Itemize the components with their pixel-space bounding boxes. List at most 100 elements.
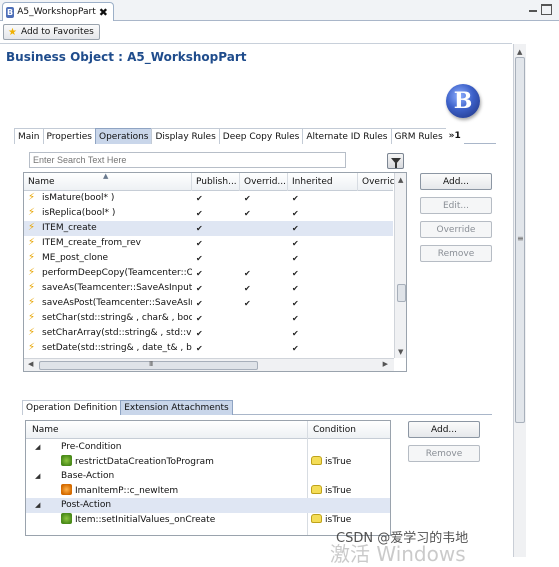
editor-vertical-scrollbar[interactable]: ▲ ≡: [513, 44, 526, 557]
scroll-down-icon[interactable]: ▼: [398, 348, 403, 356]
inherited-check-icon: ✔: [292, 209, 299, 218]
minimize-icon[interactable]: [528, 4, 539, 15]
condition-label: isTrue: [325, 456, 352, 467]
tab-main[interactable]: Main: [14, 128, 44, 144]
published-check-icon: ✔: [196, 344, 203, 353]
extension-rule: ImanItemP::c_newItem: [61, 483, 178, 499]
operation-icon: ⚡: [28, 207, 36, 218]
operations-vertical-scrollbar[interactable]: ▲ ▼: [394, 173, 406, 358]
tab-extension-attachments[interactable]: Extension Attachments: [120, 400, 233, 415]
collapse-icon[interactable]: ◢: [35, 440, 40, 455]
add-to-favorites-label: Add to Favorites: [20, 27, 94, 37]
inherited-check-icon: ✔: [292, 254, 299, 263]
extension-group-row[interactable]: ◢ Base-Action: [26, 469, 390, 484]
tab-display-rules[interactable]: Display Rules: [151, 128, 220, 144]
filter-button[interactable]: [387, 153, 404, 169]
collapse-icon[interactable]: ◢: [35, 469, 40, 484]
add-operation-button[interactable]: Add...: [420, 173, 492, 190]
add-extension-button[interactable]: Add...: [408, 421, 480, 438]
scroll-right-icon[interactable]: ▶: [383, 360, 388, 368]
table-row[interactable]: ⚡ isMature(bool* ) ✔ ✔ ✔: [24, 191, 393, 206]
scroll-up-icon[interactable]: ▲: [517, 48, 522, 56]
tab-deep-copy-rules[interactable]: Deep Copy Rules: [218, 128, 304, 144]
toolbar-divider: [0, 43, 512, 44]
operation-name: setDate(std::string& , date_t& , bool: [42, 343, 192, 353]
published-check-icon: ✔: [196, 299, 203, 308]
tab-alternate-id-rules[interactable]: Alternate ID Rules: [302, 128, 392, 144]
column-header-overridable[interactable]: Overrid...: [240, 173, 288, 191]
table-row[interactable]: ⚡ setChar(std::string& , char& , bool ) ✔ ✔: [24, 311, 393, 326]
table-row[interactable]: ⚡ ITEM_create_from_rev ✔ ✔: [24, 236, 393, 251]
editor-tab[interactable]: B A5_WorkshopPart ✖: [2, 2, 114, 21]
published-check-icon: ✔: [196, 314, 203, 323]
editor-tab-title: A5_WorkshopPart: [17, 7, 96, 17]
scroll-thumb[interactable]: [397, 284, 406, 302]
table-row[interactable]: ⚡ saveAsPost(Teamcenter::SaveAsInpu ✔ ✔ ✔: [24, 296, 393, 311]
operation-icon: ⚡: [28, 282, 36, 293]
published-check-icon: ✔: [196, 284, 203, 293]
published-check-icon: ✔: [196, 239, 203, 248]
tab-operations[interactable]: Operations: [94, 128, 153, 144]
extension-group-row[interactable]: ◢ Pre-Condition: [26, 440, 390, 455]
scroll-thumb[interactable]: III: [39, 360, 258, 370]
maximize-icon[interactable]: [541, 4, 552, 15]
tab-operation-definition[interactable]: Operation Definition: [22, 400, 122, 415]
collapse-icon[interactable]: ◢: [35, 498, 40, 513]
inherited-check-icon: ✔: [292, 284, 299, 293]
override-operation-button[interactable]: Override: [420, 221, 492, 238]
remove-extension-button[interactable]: Remove: [408, 445, 480, 462]
tab-properties[interactable]: Properties: [42, 128, 96, 144]
table-row[interactable]: ⚡ isReplica(bool* ) ✔ ✔ ✔: [24, 206, 393, 221]
extension-rule-row[interactable]: Item::setInitialValues_onCreate isTrue: [26, 512, 390, 528]
edit-operation-button[interactable]: Edit...: [420, 197, 492, 214]
operation-icon: ⚡: [28, 252, 36, 263]
table-row[interactable]: ⚡ saveAs(Teamcenter::SaveAsInput*, ✔ ✔ ✔: [24, 281, 393, 296]
extension-group-row[interactable]: ◢ Post-Action: [26, 498, 390, 513]
scroll-left-icon[interactable]: ◀: [28, 360, 33, 368]
condition-icon: [311, 513, 322, 523]
scroll-thumb[interactable]: ≡: [515, 57, 525, 423]
extension-group-label: Post-Action: [61, 500, 112, 510]
published-check-icon: ✔: [196, 329, 203, 338]
scroll-up-icon[interactable]: ▲: [398, 176, 403, 184]
inherited-check-icon: ✔: [292, 344, 299, 353]
table-row[interactable]: ⚡ setCharArray(std::string& , std::vect ✔ ✔: [24, 326, 393, 341]
table-row[interactable]: ⚡ ITEM_create ✔ ✔: [24, 221, 393, 236]
operations-table-header: Name ▲ Publish... Overrid... Inherited O…: [24, 173, 394, 191]
table-row[interactable]: ⚡ performDeepCopy(Teamcenter::Op ✔ ✔ ✔: [24, 266, 393, 281]
published-check-icon: ✔: [196, 254, 203, 263]
column-header-overridden[interactable]: Overric: [358, 173, 394, 191]
column-header-name[interactable]: Name: [26, 421, 59, 439]
operation-icon: ⚡: [28, 327, 36, 338]
green-rule-icon: [61, 454, 72, 466]
extension-rule-row[interactable]: ImanItemP::c_newItem isTrue: [26, 483, 390, 499]
extension-table-header: Name Condition: [26, 421, 390, 439]
extension-rule: Item::setInitialValues_onCreate: [61, 512, 215, 528]
column-header-condition[interactable]: Condition: [307, 421, 356, 439]
table-row[interactable]: ⚡ setDate(std::string& , date_t& , bool ✔ ✔: [24, 341, 393, 356]
search-input[interactable]: [29, 152, 346, 168]
operation-icon: ⚡: [28, 312, 36, 323]
operation-icon: ⚡: [28, 222, 36, 233]
close-icon[interactable]: ✖: [99, 6, 108, 19]
tab-grm-rules[interactable]: GRM Rules: [390, 128, 447, 144]
published-check-icon: ✔: [196, 269, 203, 278]
overridable-check-icon: ✔: [244, 299, 251, 308]
table-row[interactable]: ⚡ ME_post_clone ✔ ✔: [24, 251, 393, 266]
remove-operation-button[interactable]: Remove: [420, 245, 492, 262]
operations-horizontal-scrollbar[interactable]: ◀ III ▶: [24, 358, 394, 371]
extension-rule-row[interactable]: restrictDataCreationToProgram isTrue: [26, 454, 390, 470]
column-header-inherited[interactable]: Inherited: [288, 173, 358, 191]
operation-icon: ⚡: [28, 342, 36, 353]
published-check-icon: ✔: [196, 209, 203, 218]
inherited-check-icon: ✔: [292, 299, 299, 308]
column-header-published[interactable]: Publish...: [192, 173, 240, 191]
overridable-check-icon: ✔: [244, 284, 251, 293]
scroll-grip-icon: ≡: [517, 234, 524, 243]
add-to-favorites-button[interactable]: ★ Add to Favorites: [3, 24, 100, 40]
inherited-check-icon: ✔: [292, 314, 299, 323]
condition-cell: isTrue: [311, 513, 351, 528]
operation-name: ITEM_create: [42, 223, 97, 233]
filter-icon: [390, 158, 401, 168]
tab-1[interactable]: »1: [445, 128, 464, 144]
